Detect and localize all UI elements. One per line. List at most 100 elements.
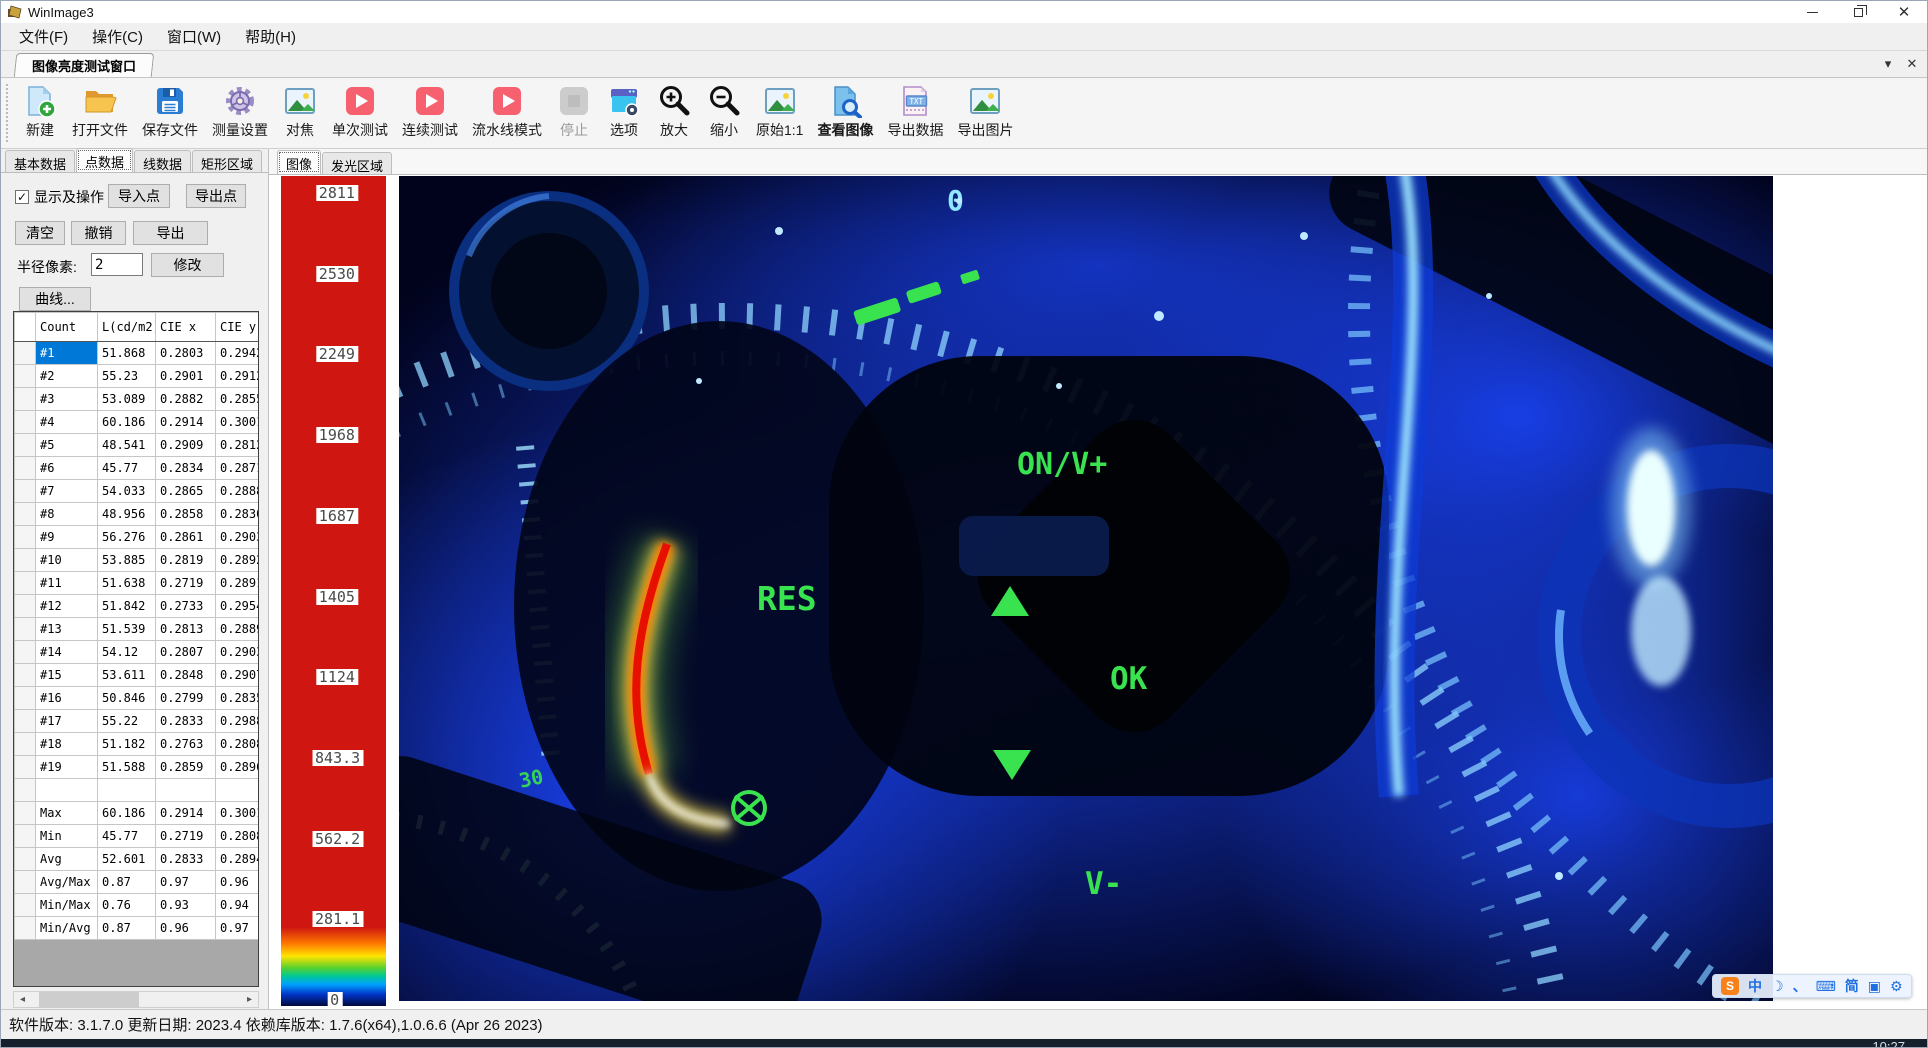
table-cell[interactable]: #9 bbox=[36, 526, 98, 549]
table-cell[interactable]: 48.956 bbox=[98, 503, 156, 526]
keyboard-icon[interactable]: ⌨ bbox=[1816, 977, 1836, 995]
table-row[interactable]: #1053.8850.28190.2892 bbox=[15, 549, 260, 572]
table-cell[interactable]: 0.2763 bbox=[156, 733, 216, 756]
options-button[interactable]: 选项 bbox=[599, 82, 649, 141]
table-row[interactable]: #548.5410.29090.2812 bbox=[15, 434, 260, 457]
new-button[interactable]: 新建 bbox=[15, 82, 65, 141]
table-cell[interactable]: 0.2988 bbox=[216, 710, 260, 733]
row-selector[interactable] bbox=[15, 710, 36, 733]
export-points-button[interactable]: 导出点 bbox=[186, 184, 246, 208]
row-selector[interactable] bbox=[15, 664, 36, 687]
table-cell[interactable]: 55.23 bbox=[98, 365, 156, 388]
table-cell[interactable]: #4 bbox=[36, 411, 98, 434]
tab-image-view[interactable]: 图像 bbox=[277, 150, 321, 174]
table-cell[interactable]: #2 bbox=[36, 365, 98, 388]
table-cell[interactable]: 0.2942 bbox=[216, 342, 260, 365]
chinese-mode-icon[interactable]: 中 bbox=[1748, 977, 1762, 995]
minimize-button[interactable] bbox=[1789, 1, 1835, 23]
table-cell[interactable]: 50.846 bbox=[98, 687, 156, 710]
table-cell[interactable]: 0.2907 bbox=[216, 664, 260, 687]
row-selector[interactable] bbox=[15, 641, 36, 664]
row-selector[interactable] bbox=[15, 917, 36, 940]
table-cell[interactable]: 0.87 bbox=[98, 917, 156, 940]
measure-settings-button[interactable]: 测量设置 bbox=[205, 82, 275, 141]
table-cell[interactable]: #8 bbox=[36, 503, 98, 526]
single-test-button[interactable]: 单次测试 bbox=[325, 82, 395, 141]
table-cell[interactable]: 0.2903 bbox=[216, 526, 260, 549]
export-data-button[interactable]: TXT 导出数据 bbox=[880, 82, 950, 141]
radius-input[interactable] bbox=[91, 253, 143, 276]
table-row[interactable]: #255.230.29010.2912 bbox=[15, 365, 260, 388]
table-cell[interactable]: 51.588 bbox=[98, 756, 156, 779]
table-cell[interactable] bbox=[216, 779, 260, 802]
table-row[interactable]: #1755.220.28330.2988 bbox=[15, 710, 260, 733]
table-cell[interactable]: 0.3001 bbox=[216, 411, 260, 434]
actual-size-button[interactable]: 原始1:1 bbox=[749, 82, 810, 141]
table-cell[interactable]: 0.2888 bbox=[216, 480, 260, 503]
table-cell[interactable]: 0.2859 bbox=[156, 756, 216, 779]
table-cell[interactable] bbox=[36, 779, 98, 802]
table-cell[interactable]: 0.2835 bbox=[216, 687, 260, 710]
table-horizontal-scrollbar[interactable]: ◂ ▸ bbox=[13, 991, 259, 1008]
table-row[interactable]: #353.0890.28820.2855 bbox=[15, 388, 260, 411]
table-cell[interactable] bbox=[98, 779, 156, 802]
table-cell[interactable]: 51.842 bbox=[98, 595, 156, 618]
row-selector[interactable] bbox=[15, 526, 36, 549]
tab-rect-region[interactable]: 矩形区域 bbox=[192, 150, 262, 172]
row-selector[interactable] bbox=[15, 457, 36, 480]
view-image-button[interactable]: 查看图像 bbox=[810, 82, 880, 141]
pipeline-mode-button[interactable]: 流水线模式 bbox=[465, 82, 549, 141]
table-cell[interactable]: 51.539 bbox=[98, 618, 156, 641]
row-selector[interactable] bbox=[15, 503, 36, 526]
table-row[interactable]: #1251.8420.27330.2954 bbox=[15, 595, 260, 618]
table-cell[interactable]: 53.089 bbox=[98, 388, 156, 411]
row-selector[interactable] bbox=[15, 342, 36, 365]
table-cell[interactable]: 0.2912 bbox=[216, 365, 260, 388]
table-cell[interactable]: 54.12 bbox=[98, 641, 156, 664]
table-cell[interactable]: 0.2833 bbox=[156, 848, 216, 871]
table-cell[interactable]: 0.2819 bbox=[156, 549, 216, 572]
toolbar-grip[interactable] bbox=[6, 84, 12, 142]
maximize-restore-button[interactable] bbox=[1835, 1, 1881, 23]
table-cell[interactable]: 0.2855 bbox=[216, 388, 260, 411]
table-cell[interactable]: #7 bbox=[36, 480, 98, 503]
table-cell[interactable]: 51.638 bbox=[98, 572, 156, 595]
table-cell[interactable]: 60.186 bbox=[98, 411, 156, 434]
table-cell[interactable]: 0.2813 bbox=[156, 618, 216, 641]
tab-point-data[interactable]: 点数据 bbox=[76, 148, 133, 172]
table-cell[interactable]: 0.2848 bbox=[156, 664, 216, 687]
table-cell[interactable]: 0.2808 bbox=[216, 733, 260, 756]
row-selector[interactable] bbox=[15, 388, 36, 411]
row-selector[interactable] bbox=[15, 779, 36, 802]
menu-window[interactable]: 窗口(W) bbox=[155, 23, 233, 50]
table-cell[interactable]: 0.97 bbox=[216, 917, 260, 940]
focus-button[interactable]: 对焦 bbox=[275, 82, 325, 141]
table-cell[interactable]: 0.2891 bbox=[216, 572, 260, 595]
row-selector[interactable] bbox=[15, 802, 36, 825]
table-cell[interactable]: #11 bbox=[36, 572, 98, 595]
table-cell[interactable]: 51.868 bbox=[98, 342, 156, 365]
row-selector[interactable] bbox=[15, 480, 36, 503]
row-selector[interactable] bbox=[15, 411, 36, 434]
table-cell[interactable]: 0.97 bbox=[156, 871, 216, 894]
table-cell[interactable]: #12 bbox=[36, 595, 98, 618]
table-cell[interactable]: #14 bbox=[36, 641, 98, 664]
table-row[interactable]: #645.770.28340.2871 bbox=[15, 457, 260, 480]
table-row[interactable]: Min45.770.27190.2808 bbox=[15, 825, 260, 848]
table-cell[interactable]: Avg/Max bbox=[36, 871, 98, 894]
table-cell[interactable]: 0.2871 bbox=[216, 457, 260, 480]
close-button[interactable]: ✕ bbox=[1881, 1, 1927, 23]
undo-button[interactable]: 撤销 bbox=[71, 221, 126, 245]
table-cell[interactable]: 0.2894 bbox=[216, 848, 260, 871]
table-cell[interactable]: 60.186 bbox=[98, 802, 156, 825]
table-row[interactable]: #848.9560.28580.2830 bbox=[15, 503, 260, 526]
tab-list-dropdown-icon[interactable]: ▾ bbox=[1879, 55, 1897, 73]
tab-line-data[interactable]: 线数据 bbox=[134, 150, 191, 172]
curve-button[interactable]: 曲线... bbox=[19, 287, 91, 311]
row-selector[interactable] bbox=[15, 572, 36, 595]
table-cell[interactable]: 0.2892 bbox=[216, 549, 260, 572]
table-cell[interactable]: 48.541 bbox=[98, 434, 156, 457]
halfwidth-moon-icon[interactable]: ☽ bbox=[1771, 977, 1784, 995]
row-selector[interactable] bbox=[15, 894, 36, 917]
row-selector[interactable] bbox=[15, 549, 36, 572]
